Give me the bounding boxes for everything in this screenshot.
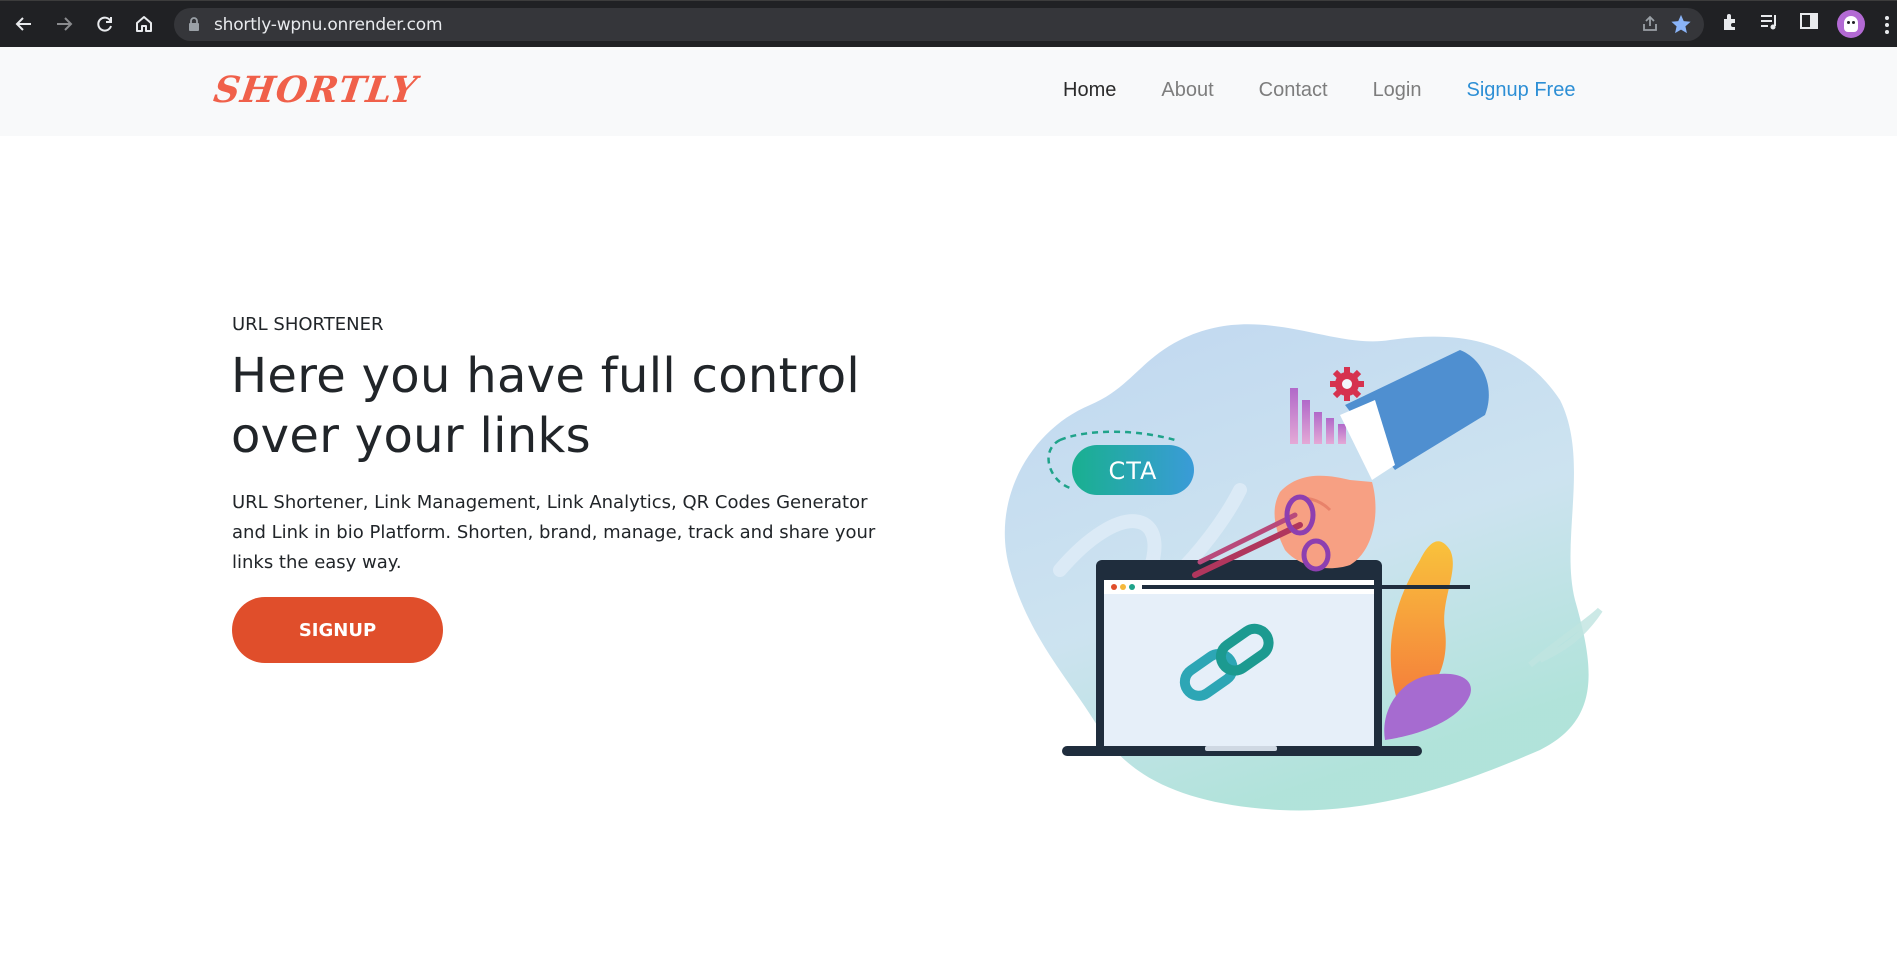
- side-panel-icon[interactable]: [1799, 11, 1819, 35]
- hero-description-line-1: URL Shortener, Link Management, Link Ana…: [232, 492, 868, 513]
- address-bar[interactable]: shortly-wpnu.onrender.com: [174, 8, 1704, 41]
- hero-headline: Here you have full control over your lin…: [231, 346, 871, 466]
- reload-icon[interactable]: [89, 9, 121, 39]
- home-icon[interactable]: [128, 9, 160, 39]
- nav-login-link[interactable]: Login: [1373, 79, 1422, 102]
- share-icon[interactable]: [1640, 14, 1660, 38]
- back-icon[interactable]: [8, 9, 40, 39]
- media-control-icon[interactable]: [1758, 11, 1780, 37]
- more-menu-icon[interactable]: [1884, 15, 1890, 39]
- hero-eyebrow: URL SHORTENER: [232, 314, 384, 335]
- lock-icon[interactable]: [188, 17, 200, 36]
- gear-icon: [1330, 367, 1364, 401]
- hero-headline-line-1: Here you have full control: [231, 348, 861, 404]
- hero-description-line-2: and Link in bio Platform. Shorten, brand…: [232, 522, 876, 543]
- bookmark-star-icon[interactable]: [1670, 13, 1692, 39]
- signup-button[interactable]: SIGNUP: [232, 597, 443, 663]
- profile-avatar[interactable]: [1837, 10, 1865, 38]
- nav-signup-free-link[interactable]: Signup Free: [1467, 79, 1576, 102]
- url-text[interactable]: shortly-wpnu.onrender.com: [214, 15, 443, 35]
- browser-toolbar: shortly-wpnu.onrender.com: [0, 0, 1897, 47]
- site-navbar: SHORTLY Home About Contact Login Signup …: [0, 47, 1897, 136]
- nav-about-link[interactable]: About: [1161, 79, 1213, 102]
- forward-icon[interactable]: [48, 9, 80, 39]
- hero-description: URL Shortener, Link Management, Link Ana…: [232, 488, 892, 578]
- cta-pill-label: CTA: [1109, 457, 1158, 485]
- hero-description-line-3: links the easy way.: [232, 552, 402, 573]
- site-logo[interactable]: SHORTLY: [211, 69, 420, 111]
- nav-home-link[interactable]: Home: [1063, 79, 1116, 102]
- hero-headline-line-2: over your links: [231, 408, 591, 464]
- main-nav: Home About Contact Login Signup Free: [1063, 79, 1575, 102]
- nav-contact-link[interactable]: Contact: [1259, 79, 1328, 102]
- hero-illustration: CTA: [1004, 324, 1603, 811]
- extensions-icon[interactable]: [1720, 11, 1742, 37]
